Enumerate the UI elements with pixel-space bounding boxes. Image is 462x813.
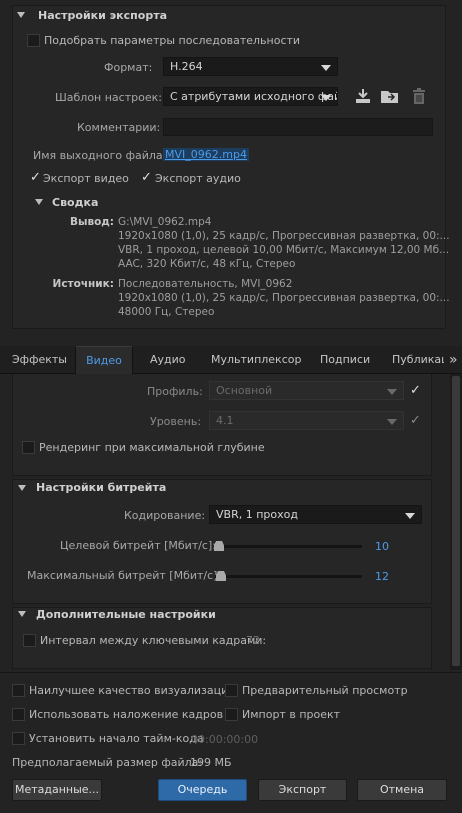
max-quality-checkbox[interactable] [12,684,25,697]
target-bitrate-label: Целевой битрейт [Мбит/с]: [60,539,216,552]
export-audio-label: Экспорт аудио [155,172,241,185]
collapse-triangle-icon[interactable] [17,12,25,18]
format-dropdown[interactable]: H.264 [163,57,338,76]
encoding-value: VBR, 1 проход [216,508,298,521]
export-button[interactable]: Экспорт [258,779,347,801]
max-quality-label: Наилучшее качество визуализации [29,684,236,697]
profile-checkmark-icon[interactable]: ✓ [410,384,421,397]
summary-source-line: 48000 Гц, Стерео [118,306,215,318]
summary-title: Сводка [52,196,99,209]
keyframe-interval-checkbox[interactable] [23,634,36,647]
max-depth-label: Рендеринг при максимальной глубине [39,441,265,454]
summary-source-label: Источник: [52,278,114,290]
set-timecode-label: Установить начало тайм-кода [29,732,204,745]
chevron-down-icon [387,389,397,395]
summary-output-line: G:\MVI_0962.mp4 [118,216,212,228]
import-preset-icon[interactable] [380,88,400,104]
preset-label: Шаблон настроек: [55,91,162,104]
max-depth-checkbox[interactable] [22,441,35,454]
settings-tabs: Эффекты Видео Аудио Мультиплексор Подпис… [0,346,462,374]
bitrate-title: Настройки битрейта [36,481,167,494]
encoding-label: Кодирование: [124,509,206,522]
profile-dropdown[interactable]: Основной [209,381,404,400]
chevron-down-icon [405,513,415,519]
match-sequence-checkbox[interactable] [27,34,40,47]
max-bitrate-track[interactable] [215,575,362,578]
frame-blending-label: Использовать наложение кадров [29,708,224,721]
export-audio-checkmark-icon[interactable]: ✓ [141,171,152,184]
tab-audio[interactable]: Аудио [150,346,186,374]
advanced-title: Дополнительные настройки [36,608,216,621]
summary-output-line: AAC, 320 Кбит/с, 48 кГц, Стерео [118,258,296,270]
level-label: Уровень: [150,415,202,428]
tab-captions[interactable]: Подписи [320,346,370,374]
metadata-button[interactable]: Метаданные... [12,779,102,801]
chevron-down-icon [387,419,397,425]
max-bitrate-slider-handle[interactable] [216,571,226,581]
summary-output-label: Вывод: [69,216,114,228]
target-bitrate-track[interactable] [215,545,362,548]
export-video-checkmark-icon[interactable]: ✓ [30,171,41,184]
import-project-checkbox[interactable] [225,708,238,721]
level-value: 4.1 [216,414,234,427]
summary-source-line: Последовательность, MVI_0962 [118,278,293,290]
import-project-label: Импорт в проект [242,708,341,721]
format-value: H.264 [170,60,203,73]
chevron-down-icon [321,95,331,101]
output-name-label: Имя выходного файла: [33,149,167,162]
collapse-triangle-icon[interactable] [35,199,43,205]
tab-publish[interactable]: Публикац [392,346,444,374]
preset-dropdown[interactable]: С атрибутами исходного файла [163,87,338,106]
set-timecode-checkbox[interactable] [12,732,25,745]
collapse-triangle-icon[interactable] [18,485,26,491]
comments-label: Комментарии: [77,121,161,134]
file-size-value: 199 МБ [190,756,232,769]
profile-value: Основной [216,384,273,397]
format-label: Формат: [104,61,153,74]
chevron-down-icon [321,65,331,71]
comments-input[interactable] [163,118,433,136]
cancel-button[interactable]: Отмена [357,779,447,801]
tab-effects[interactable]: Эффекты [12,346,67,374]
save-preset-icon[interactable] [354,88,372,104]
target-bitrate-slider-handle[interactable] [214,541,224,551]
preview-label: Предварительный просмотр [242,684,408,697]
divider [0,672,462,673]
preset-value: С атрибутами исходного файла [170,90,338,103]
export-settings-title: Настройки экспорта [38,9,168,22]
collapse-triangle-icon[interactable] [18,611,26,617]
frame-blending-checkbox[interactable] [12,708,25,721]
tabs-overflow-icon[interactable]: » [449,346,458,374]
scrollbar-handle[interactable] [452,376,460,666]
keyframe-interval-label: Интервал между ключевыми кадрами: [40,634,267,647]
summary-output-line: VBR, 1 проход, целевой 10,00 Мбит/с, Мак… [118,244,450,256]
tab-multiplexer[interactable]: Мультиплексор [211,346,301,374]
max-bitrate-value[interactable]: 12 [375,570,389,583]
level-dropdown[interactable]: 4.1 [209,411,404,430]
profile-label: Профиль: [147,385,203,398]
max-bitrate-label: Максимальный битрейт [Мбит/с]: [27,569,222,582]
keyframe-interval-value[interactable]: 72 [246,634,260,647]
preview-checkbox[interactable] [225,684,238,697]
summary-output-line: 1920x1080 (1,0), 25 кадр/с, Прогрессивна… [118,230,450,242]
target-bitrate-value[interactable]: 10 [375,540,389,553]
encoding-dropdown[interactable]: VBR, 1 проход [209,505,422,524]
tab-video[interactable]: Видео [75,346,133,374]
output-name-link[interactable]: MVI_0962.mp4 [163,148,249,161]
summary-source-line: 1920x1080 (1,0), 25 кадр/с, Прогрессивна… [118,292,450,304]
match-sequence-label: Подобрать параметры последовательности [44,34,301,47]
file-size-label: Предполагаемый размер файла: [12,756,203,769]
trash-icon[interactable] [412,88,426,104]
export-video-label: Экспорт видео [43,172,129,185]
queue-button[interactable]: Очередь [158,779,247,801]
level-checkmark-icon[interactable]: ✓ [410,414,421,427]
timecode-value[interactable]: 00:00:00:00 [191,733,258,746]
